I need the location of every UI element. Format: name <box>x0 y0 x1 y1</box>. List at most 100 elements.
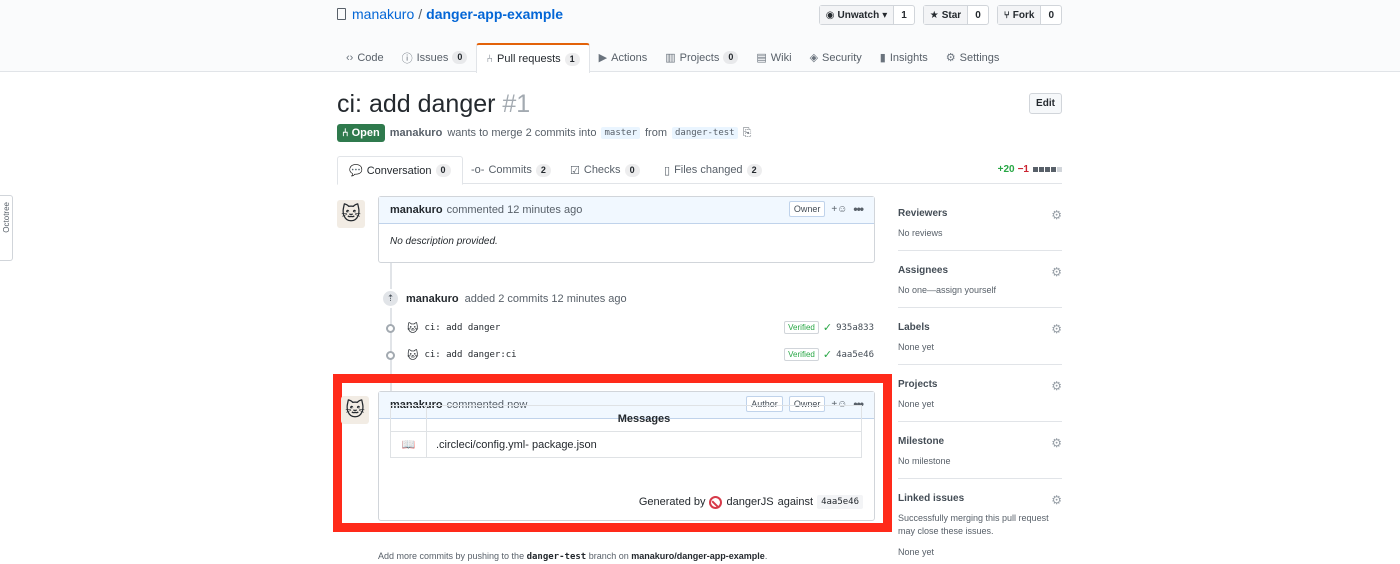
conversation-counter: 0 <box>435 164 451 177</box>
commit-icon <box>386 350 395 360</box>
event-author-link[interactable]: manakuro <box>406 293 459 305</box>
watchers-count[interactable]: 1 <box>894 6 914 24</box>
hint-prefix: Add more commits by pushing to the <box>378 551 525 561</box>
tab-insights[interactable]: ▮ Insights <box>871 43 937 72</box>
comment-header-actions: Owner +☺ ••• <box>788 201 864 217</box>
head-branch[interactable]: danger-test <box>672 127 738 139</box>
pr-tabs: 💬 Conversation 0 -o- Commits 2 ☑ Checks … <box>337 156 1062 185</box>
tab-code[interactable]: ‹› Code <box>337 43 393 72</box>
commit-message-link[interactable]: ci: add danger <box>424 323 500 333</box>
gear-icon[interactable]: ⚙ <box>1051 379 1062 393</box>
sidebar-linked-issues: Linked issues ⚙ Successfully merging thi… <box>898 493 1062 559</box>
code-icon: ‹› <box>346 51 354 64</box>
tab-projects[interactable]: ▥ Projects 0 <box>656 43 747 72</box>
sidebar-milestone: Milestone ⚙ No milestone <box>898 436 1062 479</box>
generated-by-text: Generated by <box>638 496 706 508</box>
repo-name-link[interactable]: danger-app-example <box>426 6 563 22</box>
avatar[interactable]: 🐱 <box>407 322 418 335</box>
commit-icon <box>386 323 395 333</box>
play-icon: ▶ <box>598 52 608 64</box>
tab-conversation-label: Conversation <box>366 164 432 177</box>
add-reaction-icon[interactable]: +☺ <box>831 204 847 215</box>
graph-icon: ▮ <box>879 52 886 64</box>
tab-wiki[interactable]: ▤ Wiki <box>747 43 800 72</box>
repo-owner-link[interactable]: manakuro <box>352 6 414 22</box>
sidebar-linked-issues-none: None yet <box>898 547 935 557</box>
clipboard-icon[interactable]: ⎘ <box>743 127 752 140</box>
pr-from-text: from <box>645 127 667 139</box>
gear-icon[interactable]: ⚙ <box>1051 322 1062 336</box>
fork-button[interactable]: ⑂ Fork <box>997 6 1042 24</box>
shield-icon: ◈ <box>809 52 819 64</box>
table-header-empty <box>390 405 427 432</box>
comment-header: manakuro commented 12 minutes ago Owner … <box>379 197 874 224</box>
sidebar-projects: Projects ⚙ None yet <box>898 379 1062 422</box>
commit-sha-link[interactable]: 935a833 <box>836 323 874 333</box>
dangerjs-link[interactable]: dangerJS <box>726 496 773 508</box>
tab-wiki-label: Wiki <box>770 51 792 64</box>
sidebar-assignees: Assignees ⚙ No one—assign yourself <box>898 265 1062 308</box>
more-options-icon[interactable]: ••• <box>853 202 864 216</box>
check-icon[interactable]: ✓ <box>823 321 832 334</box>
tab-actions[interactable]: ▶ Actions <box>590 43 657 72</box>
tab-security[interactable]: ◈ Security <box>801 43 871 72</box>
sidebar-milestone-title[interactable]: Milestone <box>898 436 1062 447</box>
edit-title-button[interactable]: Edit <box>1029 93 1062 114</box>
diffstat-blocks <box>1032 164 1062 175</box>
sidebar-assignees-value[interactable]: No one—assign yourself <box>898 284 1062 297</box>
verified-badge[interactable]: Verified <box>784 321 819 334</box>
no-entry-icon <box>709 495 723 509</box>
sidebar-labels-title[interactable]: Labels <box>898 322 1062 333</box>
owner-badge: Owner <box>788 201 826 217</box>
against-sha: 4aa5e46 <box>817 495 863 509</box>
pull-requests-counter: 1 <box>564 52 580 66</box>
tab-issues[interactable]: ⓘ Issues 0 <box>393 43 477 72</box>
commit-message-link[interactable]: ci: add danger:ci <box>424 350 516 360</box>
tab-checks[interactable]: ☑ Checks 0 <box>559 156 651 184</box>
repo-push-icon: ⇡ <box>381 289 400 308</box>
commit-sha-link[interactable]: 4aa5e46 <box>836 350 874 360</box>
hint-repo-link[interactable]: manakuro/danger-app-example <box>631 551 765 561</box>
pull-request-icon: ⑃ <box>486 53 494 65</box>
repo-header: manakuro / danger-app-example ◉ Unwatch … <box>0 0 1400 73</box>
comment-author-link[interactable]: manakuro <box>390 204 443 216</box>
sidebar-linked-issues-title[interactable]: Linked issues <box>898 493 1062 504</box>
unwatch-button-group: ◉ Unwatch ▾ 1 <box>818 5 915 25</box>
star-button-group: ★ Star 0 <box>922 5 989 25</box>
repo-actions: ◉ Unwatch ▾ 1 ★ Star 0 ⑂ Fork 0 <box>818 5 1062 25</box>
pr-author-link[interactable]: manakuro <box>390 127 443 139</box>
sidebar-projects-value: None yet <box>898 399 935 409</box>
tab-settings[interactable]: ⚙ Settings <box>937 43 1009 72</box>
sidebar-milestone-value: No milestone <box>898 456 951 466</box>
avatar[interactable]: 🐱 <box>341 396 369 424</box>
octotree-toggle[interactable]: Octotree <box>0 195 13 261</box>
verified-badge[interactable]: Verified <box>784 348 819 361</box>
tab-commits[interactable]: -o- Commits 2 <box>460 156 562 184</box>
star-button[interactable]: ★ Star <box>923 6 969 24</box>
tab-security-label: Security <box>822 51 862 64</box>
tab-pull-requests[interactable]: ⑃ Pull requests 1 <box>476 43 590 73</box>
avatar[interactable]: 🐱 <box>337 200 365 228</box>
hint-suffix: . <box>764 551 768 561</box>
sidebar-projects-title[interactable]: Projects <box>898 379 1062 390</box>
unwatch-button[interactable]: ◉ Unwatch ▾ <box>819 6 895 24</box>
gear-icon: ⚙ <box>945 52 956 64</box>
comment-timestamp[interactable]: commented 12 minutes ago <box>447 204 583 216</box>
gear-icon[interactable]: ⚙ <box>1051 265 1062 279</box>
tab-settings-label: Settings <box>959 51 1000 64</box>
gear-icon[interactable]: ⚙ <box>1051 208 1062 222</box>
stars-count[interactable]: 0 <box>968 6 988 24</box>
sidebar-reviewers-title[interactable]: Reviewers <box>898 208 1062 219</box>
tab-files-changed[interactable]: ▯ Files changed 2 <box>653 156 773 184</box>
forks-count[interactable]: 0 <box>1041 6 1061 24</box>
comment-icon: 💬 <box>349 165 363 177</box>
projects-counter: 0 <box>723 51 739 64</box>
tab-conversation[interactable]: 💬 Conversation 0 <box>337 156 463 185</box>
gear-icon[interactable]: ⚙ <box>1051 436 1062 450</box>
gear-icon[interactable]: ⚙ <box>1051 493 1062 507</box>
pr-title-text: ci: add danger <box>337 90 496 118</box>
check-icon[interactable]: ✓ <box>823 348 832 361</box>
base-branch[interactable]: master <box>601 127 640 139</box>
sidebar-assignees-title[interactable]: Assignees <box>898 265 1062 276</box>
avatar[interactable]: 🐱 <box>407 349 418 362</box>
